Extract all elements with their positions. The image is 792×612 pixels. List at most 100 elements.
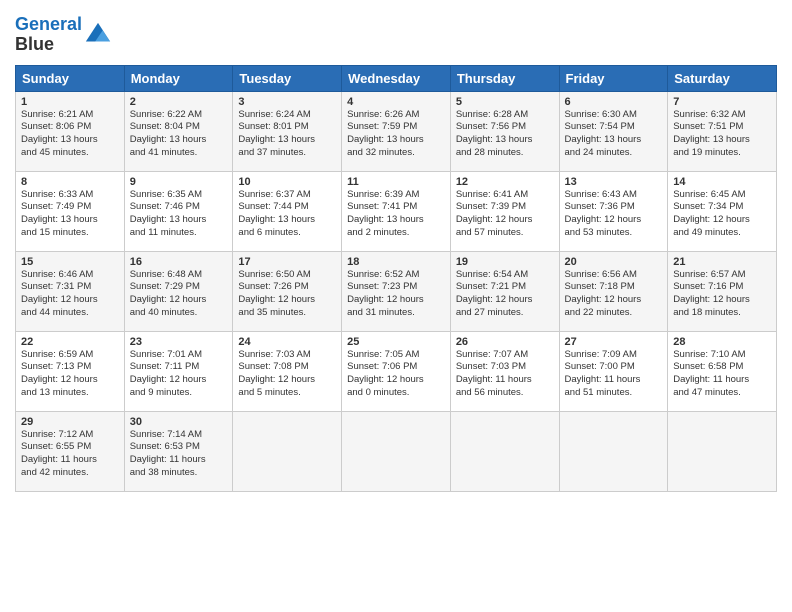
cell-content: Sunrise: 6:48 AMSunset: 7:29 PMDaylight:…	[130, 269, 228, 320]
cell-line: and 47 minutes.	[673, 387, 771, 400]
cell-line: Sunset: 6:53 PM	[130, 441, 228, 454]
cell-line: and 56 minutes.	[456, 387, 554, 400]
calendar-cell: 4Sunrise: 6:26 AMSunset: 7:59 PMDaylight…	[342, 91, 451, 171]
day-number: 26	[456, 336, 554, 348]
cell-line: Sunset: 7:54 PM	[565, 121, 663, 134]
cell-line: Sunrise: 6:41 AM	[456, 189, 554, 202]
cell-line: Daylight: 13 hours	[673, 134, 771, 147]
cell-line: Daylight: 13 hours	[238, 214, 336, 227]
cell-line: Daylight: 13 hours	[130, 134, 228, 147]
cell-content: Sunrise: 6:52 AMSunset: 7:23 PMDaylight:…	[347, 269, 445, 320]
cell-line: and 11 minutes.	[130, 227, 228, 240]
day-number: 17	[238, 256, 336, 268]
cell-line: Sunset: 7:34 PM	[673, 201, 771, 214]
day-number: 8	[21, 176, 119, 188]
cell-line: Daylight: 13 hours	[21, 214, 119, 227]
calendar-cell	[559, 411, 668, 491]
cell-line: and 49 minutes.	[673, 227, 771, 240]
cell-line: Sunrise: 6:57 AM	[673, 269, 771, 282]
cell-line: Sunset: 7:18 PM	[565, 281, 663, 294]
cell-line: Daylight: 12 hours	[130, 374, 228, 387]
cell-line: and 57 minutes.	[456, 227, 554, 240]
calendar-cell: 3Sunrise: 6:24 AMSunset: 8:01 PMDaylight…	[233, 91, 342, 171]
cell-content: Sunrise: 6:57 AMSunset: 7:16 PMDaylight:…	[673, 269, 771, 320]
cell-content: Sunrise: 7:01 AMSunset: 7:11 PMDaylight:…	[130, 349, 228, 400]
calendar-cell: 23Sunrise: 7:01 AMSunset: 7:11 PMDayligh…	[124, 331, 233, 411]
calendar-cell: 24Sunrise: 7:03 AMSunset: 7:08 PMDayligh…	[233, 331, 342, 411]
calendar-row-3: 22Sunrise: 6:59 AMSunset: 7:13 PMDayligh…	[16, 331, 777, 411]
calendar-cell: 11Sunrise: 6:39 AMSunset: 7:41 PMDayligh…	[342, 171, 451, 251]
cell-line: Sunset: 7:16 PM	[673, 281, 771, 294]
cell-line: Daylight: 11 hours	[456, 374, 554, 387]
weekday-header-thursday: Thursday	[450, 65, 559, 91]
page-header: GeneralBlue	[15, 15, 777, 55]
cell-line: Sunset: 7:23 PM	[347, 281, 445, 294]
day-number: 27	[565, 336, 663, 348]
cell-content: Sunrise: 7:09 AMSunset: 7:00 PMDaylight:…	[565, 349, 663, 400]
cell-line: Daylight: 12 hours	[238, 374, 336, 387]
day-number: 13	[565, 176, 663, 188]
cell-line: Sunset: 7:39 PM	[456, 201, 554, 214]
calendar-cell	[668, 411, 777, 491]
cell-line: Sunrise: 7:12 AM	[21, 429, 119, 442]
calendar-cell: 7Sunrise: 6:32 AMSunset: 7:51 PMDaylight…	[668, 91, 777, 171]
cell-line: Sunrise: 7:10 AM	[673, 349, 771, 362]
day-number: 24	[238, 336, 336, 348]
calendar-cell: 1Sunrise: 6:21 AMSunset: 8:06 PMDaylight…	[16, 91, 125, 171]
cell-line: Sunrise: 7:01 AM	[130, 349, 228, 362]
day-number: 19	[456, 256, 554, 268]
cell-line: and 51 minutes.	[565, 387, 663, 400]
cell-line: Daylight: 11 hours	[673, 374, 771, 387]
day-number: 12	[456, 176, 554, 188]
cell-line: Daylight: 12 hours	[347, 374, 445, 387]
cell-line: and 0 minutes.	[347, 387, 445, 400]
cell-line: Daylight: 12 hours	[673, 294, 771, 307]
weekday-header-wednesday: Wednesday	[342, 65, 451, 91]
cell-line: and 9 minutes.	[130, 387, 228, 400]
day-number: 11	[347, 176, 445, 188]
cell-line: Sunrise: 6:26 AM	[347, 109, 445, 122]
cell-line: Sunset: 6:58 PM	[673, 361, 771, 374]
cell-content: Sunrise: 6:26 AMSunset: 7:59 PMDaylight:…	[347, 109, 445, 160]
day-number: 9	[130, 176, 228, 188]
cell-line: and 19 minutes.	[673, 147, 771, 160]
cell-line: and 27 minutes.	[456, 307, 554, 320]
cell-line: Sunrise: 6:32 AM	[673, 109, 771, 122]
cell-line: Sunset: 7:44 PM	[238, 201, 336, 214]
cell-content: Sunrise: 6:30 AMSunset: 7:54 PMDaylight:…	[565, 109, 663, 160]
logo-text: GeneralBlue	[15, 15, 82, 55]
cell-line: Sunrise: 6:21 AM	[21, 109, 119, 122]
calendar-cell: 28Sunrise: 7:10 AMSunset: 6:58 PMDayligh…	[668, 331, 777, 411]
cell-line: and 13 minutes.	[21, 387, 119, 400]
day-number: 4	[347, 96, 445, 108]
calendar-cell: 17Sunrise: 6:50 AMSunset: 7:26 PMDayligh…	[233, 251, 342, 331]
day-number: 2	[130, 96, 228, 108]
day-number: 20	[565, 256, 663, 268]
cell-line: Sunrise: 6:28 AM	[456, 109, 554, 122]
cell-content: Sunrise: 7:12 AMSunset: 6:55 PMDaylight:…	[21, 429, 119, 480]
weekday-header-monday: Monday	[124, 65, 233, 91]
day-number: 29	[21, 416, 119, 428]
cell-line: Sunset: 8:04 PM	[130, 121, 228, 134]
cell-content: Sunrise: 6:54 AMSunset: 7:21 PMDaylight:…	[456, 269, 554, 320]
cell-line: Daylight: 13 hours	[565, 134, 663, 147]
weekday-header-tuesday: Tuesday	[233, 65, 342, 91]
weekday-header-friday: Friday	[559, 65, 668, 91]
cell-line: Daylight: 11 hours	[565, 374, 663, 387]
calendar-cell	[450, 411, 559, 491]
day-number: 6	[565, 96, 663, 108]
cell-line: Sunrise: 6:46 AM	[21, 269, 119, 282]
day-number: 1	[21, 96, 119, 108]
cell-line: Daylight: 13 hours	[238, 134, 336, 147]
cell-line: Sunset: 7:00 PM	[565, 361, 663, 374]
cell-line: Sunrise: 6:48 AM	[130, 269, 228, 282]
cell-line: Daylight: 13 hours	[456, 134, 554, 147]
cell-content: Sunrise: 6:50 AMSunset: 7:26 PMDaylight:…	[238, 269, 336, 320]
cell-line: and 32 minutes.	[347, 147, 445, 160]
calendar-cell: 15Sunrise: 6:46 AMSunset: 7:31 PMDayligh…	[16, 251, 125, 331]
cell-content: Sunrise: 6:28 AMSunset: 7:56 PMDaylight:…	[456, 109, 554, 160]
cell-line: Sunset: 8:06 PM	[21, 121, 119, 134]
cell-line: and 18 minutes.	[673, 307, 771, 320]
cell-line: Daylight: 12 hours	[673, 214, 771, 227]
cell-line: Daylight: 12 hours	[21, 374, 119, 387]
